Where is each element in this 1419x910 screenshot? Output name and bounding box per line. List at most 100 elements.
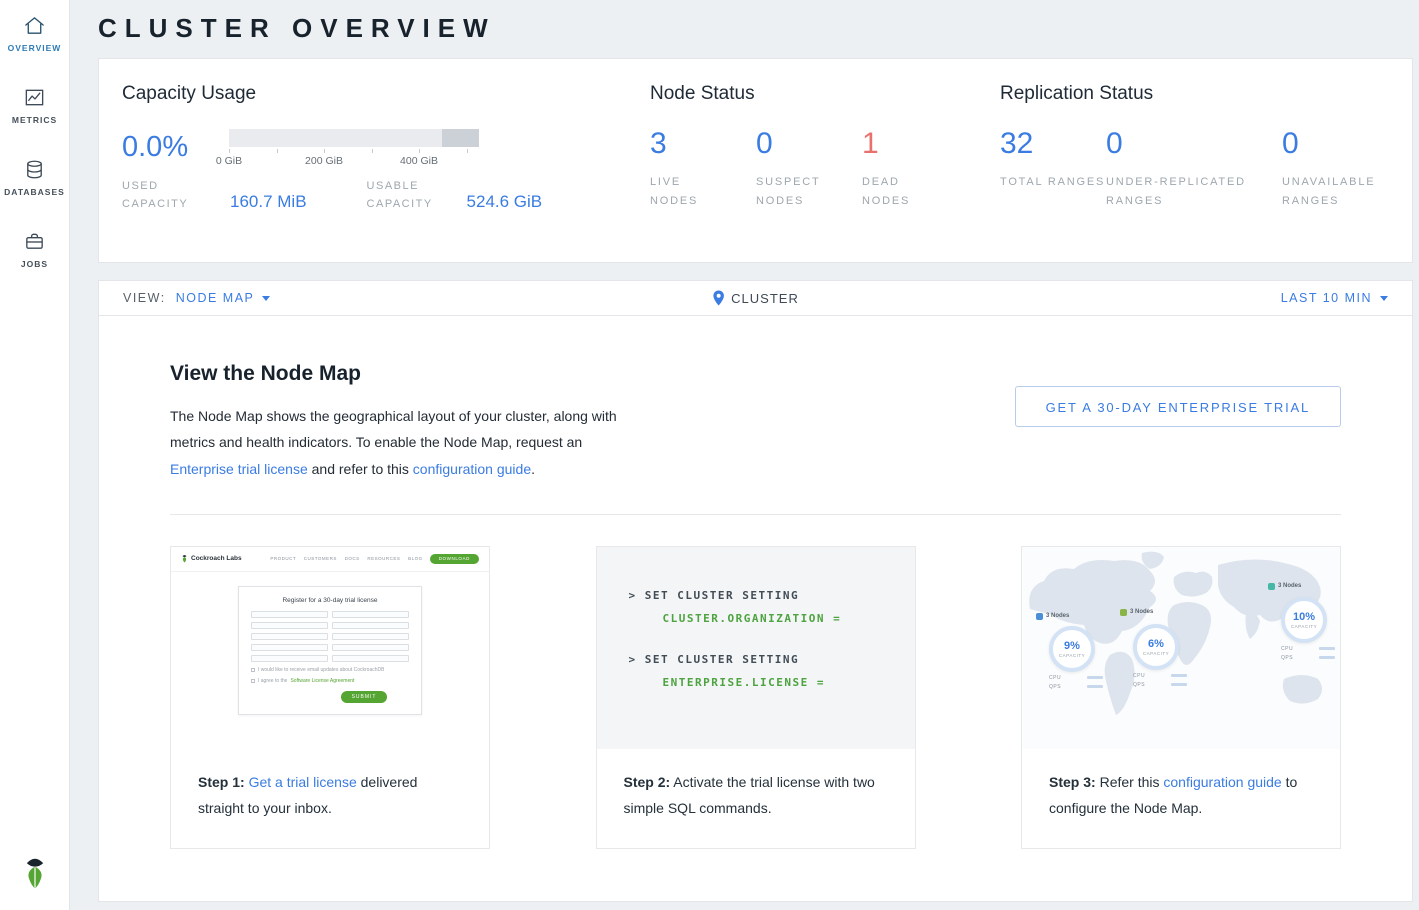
- under-replicated-ranges-label: UNDER-REPLICATED RANGES: [1106, 173, 1261, 210]
- node-map-heading: View the Node Map: [170, 362, 638, 386]
- gauge-percent: 9%: [1064, 640, 1080, 652]
- step-label: Step 2:: [624, 774, 671, 790]
- sidebar-item-label: DATABASES: [4, 187, 65, 197]
- node-status-title: Node Status: [650, 83, 1000, 105]
- sidebar: OVERVIEW METRICS DATABASES JOBS: [0, 0, 70, 910]
- node-map-preview: 3 Nodes 9% CAPACITY CPU QPS: [1022, 547, 1340, 749]
- step-3-image: 3 Nodes 9% CAPACITY CPU QPS: [1022, 547, 1340, 749]
- agree-checkbox-label: I agree to the: [258, 678, 287, 684]
- sidebar-item-overview[interactable]: OVERVIEW: [0, 14, 70, 53]
- sidebar-item-label: METRICS: [12, 115, 57, 125]
- view-selector-dropdown[interactable]: NODE MAP: [176, 291, 271, 305]
- gauge-label: CAPACITY: [1143, 651, 1169, 656]
- chevron-down-icon: [262, 296, 270, 301]
- used-capacity-value: 160.7 MiB: [230, 192, 307, 212]
- map-pin-icon: [712, 290, 724, 306]
- gauge-percent: 10%: [1293, 611, 1315, 623]
- cockroach-logo-icon: [21, 856, 49, 889]
- locality-dot-icon: [1268, 583, 1275, 590]
- node-map-panel: VIEW: NODE MAP CLUSTER LAST 10 MIN: [98, 280, 1413, 902]
- sql-command-line: > SET CLUSTER SETTING: [629, 589, 915, 602]
- live-nodes-stat: 3 LIVE NODES: [650, 129, 756, 210]
- suspect-nodes-value: 0: [756, 129, 862, 159]
- databases-icon: [23, 158, 46, 181]
- step-2-caption: Step 2: Activate the trial license with …: [597, 749, 915, 848]
- agree-checkbox-row: I agree to the Software License Agreemen…: [251, 678, 409, 684]
- sql-code-block: > SET CLUSTER SETTING CLUSTER.ORGANIZATI…: [597, 547, 915, 749]
- view-bar: VIEW: NODE MAP CLUSTER LAST 10 MIN: [99, 281, 1412, 316]
- capacity-bar-segment: [442, 129, 480, 147]
- enterprise-trial-license-link[interactable]: Enterprise trial license: [170, 461, 308, 477]
- step-2-card: > SET CLUSTER SETTING CLUSTER.ORGANIZATI…: [596, 546, 916, 849]
- replication-status-section: Replication Status 32 TOTAL RANGES 0 UND…: [1000, 83, 1412, 262]
- cockroach-logo[interactable]: [21, 856, 49, 894]
- cluster-breadcrumb: CLUSTER: [712, 290, 799, 306]
- get-trial-license-link[interactable]: Get a trial license: [249, 774, 357, 790]
- tick-label: 200 GiB: [305, 155, 343, 167]
- time-range-dropdown[interactable]: LAST 10 MIN: [1281, 291, 1388, 305]
- trial-form-fields: [251, 611, 409, 662]
- capacity-bar: [229, 129, 479, 147]
- replication-status-title: Replication Status: [1000, 83, 1412, 105]
- step-label: Step 1:: [198, 774, 245, 790]
- section-divider: [170, 514, 1341, 515]
- view-selector-value: NODE MAP: [176, 291, 255, 305]
- caption-text: Refer this: [1096, 774, 1164, 790]
- under-replicated-ranges-value: 0: [1106, 129, 1282, 159]
- locality-node-count: 3 Nodes: [1130, 609, 1153, 615]
- mini-site-nav: PRODUCT CUSTOMERS DOCS RESOURCES BLOG: [270, 556, 422, 561]
- node-map-content: View the Node Map The Node Map shows the…: [99, 316, 1412, 849]
- main-content: CLUSTER OVERVIEW Capacity Usage 0.0%: [70, 0, 1419, 910]
- configuration-guide-link[interactable]: configuration guide: [413, 461, 531, 477]
- sidebar-item-jobs[interactable]: JOBS: [0, 230, 70, 269]
- capacity-percent: 0.0%: [122, 129, 229, 162]
- capacity-gauge: 10% CAPACITY CPU QPS: [1281, 597, 1335, 661]
- cockroach-logo-icon: [181, 554, 188, 563]
- gauge-percent: 6%: [1148, 638, 1164, 650]
- configuration-guide-link[interactable]: configuration guide: [1163, 774, 1281, 790]
- sidebar-item-metrics[interactable]: METRICS: [0, 86, 70, 125]
- capacity-axis: 0 GiB 200 GiB 400 GiB: [229, 149, 479, 169]
- node-map-description: The Node Map shows the geographical layo…: [170, 403, 638, 482]
- tick-label: 400 GiB: [400, 155, 438, 167]
- locality-chip: 3 Nodes: [1120, 609, 1153, 616]
- capacity-gauge: 6% CAPACITY CPU QPS: [1133, 624, 1187, 688]
- live-nodes-value: 3: [650, 129, 756, 159]
- jobs-icon: [23, 230, 46, 253]
- step-1-card: Cockroach Labs PRODUCT CUSTOMERS DOCS RE…: [170, 546, 490, 849]
- license-agreement-link: Software License Agreement: [290, 678, 354, 684]
- capacity-gauge: 9% CAPACITY CPU QPS: [1049, 626, 1103, 690]
- trial-form-submit-button: SUBMIT: [341, 691, 387, 703]
- locality-dot-icon: [1120, 609, 1127, 616]
- dead-nodes-stat: 1 DEAD NODES: [862, 129, 968, 210]
- capacity-usage-section: Capacity Usage 0.0%: [122, 83, 650, 262]
- trial-form-title: Register for a 30-day trial license: [251, 597, 409, 604]
- mini-site-logo: Cockroach Labs: [181, 554, 242, 563]
- description-text: .: [531, 461, 535, 477]
- dead-nodes-value: 1: [862, 129, 968, 159]
- live-nodes-label: LIVE NODES: [650, 173, 732, 210]
- usable-capacity-value: 524.6 GiB: [467, 192, 543, 212]
- suspect-nodes-label: SUSPECT NODES: [756, 173, 838, 210]
- gauge-label: CAPACITY: [1291, 624, 1317, 629]
- checkbox-icon: [251, 668, 255, 672]
- checkbox-icon: [251, 679, 255, 683]
- description-text: The Node Map shows the geographical layo…: [170, 408, 617, 450]
- step-1-caption: Step 1: Get a trial license delivered st…: [171, 749, 489, 848]
- home-icon: [23, 14, 46, 37]
- locality-node-count: 3 Nodes: [1046, 613, 1069, 619]
- locality-dot-icon: [1036, 613, 1043, 620]
- total-ranges-value: 32: [1000, 129, 1106, 159]
- step-2-image: > SET CLUSTER SETTING CLUSTER.ORGANIZATI…: [597, 547, 915, 749]
- enterprise-trial-button[interactable]: GET A 30-DAY ENTERPRISE TRIAL: [1015, 386, 1341, 427]
- description-text: and refer to this: [308, 461, 413, 477]
- sidebar-item-databases[interactable]: DATABASES: [0, 158, 70, 197]
- total-ranges-label: TOTAL RANGES: [1000, 173, 1106, 192]
- tick-label: 0 GiB: [216, 155, 242, 167]
- total-ranges-stat: 32 TOTAL RANGES: [1000, 129, 1106, 210]
- sql-command-line: > SET CLUSTER SETTING: [629, 653, 915, 666]
- mini-site-download-button: DOWNLOAD: [430, 554, 479, 564]
- suspect-nodes-stat: 0 SUSPECT NODES: [756, 129, 862, 210]
- step-label: Step 3:: [1049, 774, 1096, 790]
- node-status-section: Node Status 3 LIVE NODES 0 SUSPECT NODES…: [650, 83, 1000, 262]
